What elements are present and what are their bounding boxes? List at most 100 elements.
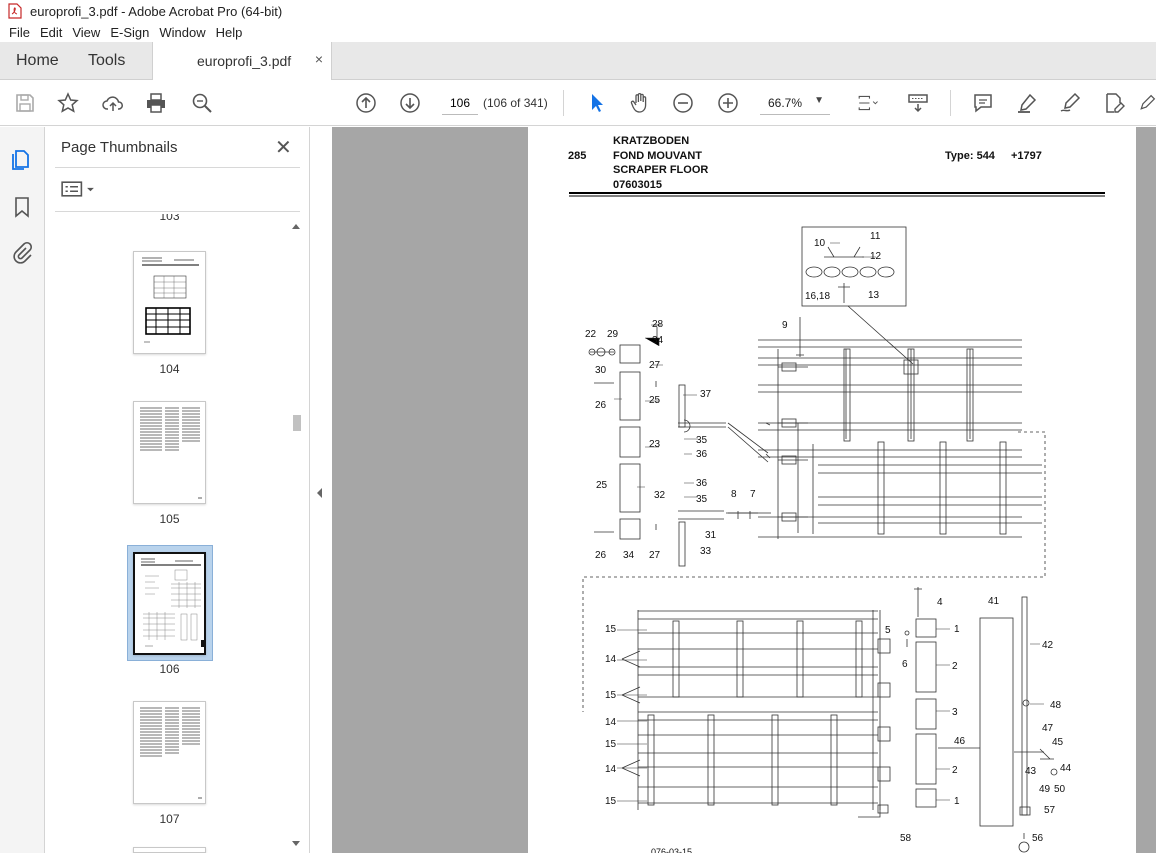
share-upload-button[interactable] xyxy=(100,90,126,116)
thumbnail-label: 105 xyxy=(159,512,180,526)
svg-text:29: 29 xyxy=(607,329,619,340)
panel-divider xyxy=(55,167,300,168)
collapse-panel-handle[interactable] xyxy=(314,485,326,501)
scroll-up-arrow-icon[interactable] xyxy=(292,224,300,229)
svg-text:26: 26 xyxy=(595,550,607,561)
svg-text:15: 15 xyxy=(605,739,617,750)
menu-help[interactable]: Help xyxy=(211,25,248,40)
bookmarks-icon[interactable] xyxy=(10,195,34,219)
menu-edit[interactable]: Edit xyxy=(35,25,67,40)
cloud-upload-icon xyxy=(102,96,123,111)
svg-text:35: 35 xyxy=(696,494,708,505)
svg-text:36: 36 xyxy=(696,478,708,489)
tab-close-button[interactable]: × xyxy=(315,51,323,67)
attachments-paperclip-icon[interactable] xyxy=(10,241,34,265)
svg-text:15: 15 xyxy=(605,624,617,635)
minus-circle-icon xyxy=(673,93,693,113)
svg-text:13: 13 xyxy=(868,290,880,301)
thumbnail-page-partial[interactable] xyxy=(133,847,206,853)
plus-circle-icon xyxy=(718,93,738,113)
page-thumbnails-icon[interactable] xyxy=(10,147,34,171)
page-display-button[interactable] xyxy=(850,90,886,116)
svg-text:26: 26 xyxy=(595,400,607,411)
select-tool-button[interactable] xyxy=(584,90,610,116)
svg-text:2: 2 xyxy=(952,765,958,776)
pdf-page[interactable]: 285 KRATZBODEN FOND MOUVANT SCRAPER FLOO… xyxy=(528,127,1136,853)
thumbnail-page-106[interactable] xyxy=(133,552,206,655)
more-tools-button[interactable] xyxy=(1138,90,1156,116)
svg-text:7: 7 xyxy=(750,489,756,500)
thumbnail-page-107[interactable] xyxy=(133,701,206,804)
scroll-mode-button[interactable] xyxy=(905,90,931,116)
svg-text:9: 9 xyxy=(782,320,788,331)
thumbnail-page-105[interactable] xyxy=(133,401,206,504)
thumbnail-label: 107 xyxy=(159,812,180,826)
scroll-down-arrow-icon[interactable] xyxy=(292,841,300,846)
zoom-level-select[interactable]: 66.7% ▼ xyxy=(760,91,830,115)
svg-text:1: 1 xyxy=(954,796,960,807)
toolbar-divider-2 xyxy=(950,90,951,116)
svg-text:25: 25 xyxy=(649,395,661,406)
thumbnail-scrollbar[interactable] xyxy=(290,219,302,853)
svg-text:49: 49 xyxy=(1039,784,1051,795)
svg-text:3: 3 xyxy=(952,707,958,718)
previous-page-button[interactable] xyxy=(353,90,379,116)
svg-text:4: 4 xyxy=(937,597,943,608)
svg-text:34: 34 xyxy=(652,335,664,346)
comment-button[interactable] xyxy=(970,90,996,116)
edit-pdf-button[interactable] xyxy=(1101,90,1127,116)
fountain-pen-icon xyxy=(1060,92,1081,112)
svg-text:6: 6 xyxy=(902,659,908,670)
svg-text:14: 14 xyxy=(605,764,617,775)
menu-file[interactable]: File xyxy=(4,25,35,40)
thumbnail-page-104[interactable] xyxy=(133,251,206,354)
tab-document[interactable]: europrofi_3.pdf × xyxy=(152,42,332,81)
svg-text:14: 14 xyxy=(605,654,617,665)
zoom-out-button[interactable] xyxy=(670,90,696,116)
menu-window[interactable]: Window xyxy=(154,25,210,40)
zoom-in-button[interactable] xyxy=(715,90,741,116)
thumbnail-preview xyxy=(140,707,202,799)
svg-text:25: 25 xyxy=(596,480,608,491)
svg-text:37: 37 xyxy=(700,389,712,400)
svg-text:15: 15 xyxy=(605,796,617,807)
panel-divider-2 xyxy=(55,211,300,212)
sign-button[interactable] xyxy=(1057,90,1083,116)
svg-text:23: 23 xyxy=(649,439,661,450)
menu-view[interactable]: View xyxy=(67,25,105,40)
scrollbar-thumb[interactable] xyxy=(293,415,301,431)
thumbnail-label: 104 xyxy=(159,362,180,376)
close-panel-button[interactable]: ✕ xyxy=(275,135,292,160)
thumbnail-preview xyxy=(141,558,204,647)
page-thumbnails-panel: Page Thumbnails ✕ 103 104 105 106 107 xyxy=(45,127,310,853)
svg-text:8: 8 xyxy=(731,489,737,500)
svg-text:46: 46 xyxy=(954,736,966,747)
svg-text:2: 2 xyxy=(952,661,958,672)
hand-tool-button[interactable] xyxy=(627,90,653,116)
exploded-parts-drawing: 101112 1316,189 22 2928 3430 27 26 2537 23 3… xyxy=(569,192,1105,853)
tab-home[interactable]: Home xyxy=(16,42,59,80)
svg-text:22: 22 xyxy=(585,329,597,340)
svg-text:32: 32 xyxy=(654,490,666,501)
svg-text:27: 27 xyxy=(649,360,661,371)
thumbnail-label: 106 xyxy=(159,662,180,676)
print-button[interactable] xyxy=(143,90,169,116)
tab-tools[interactable]: Tools xyxy=(88,42,125,80)
keyboard-scroll-icon xyxy=(908,94,928,113)
svg-text:11: 11 xyxy=(870,231,881,242)
next-page-button[interactable] xyxy=(397,90,423,116)
svg-text:36: 36 xyxy=(696,449,708,460)
svg-text:16,18: 16,18 xyxy=(805,291,830,302)
highlight-button[interactable] xyxy=(1014,90,1040,116)
menu-esign[interactable]: E-Sign xyxy=(105,25,154,40)
thumbnail-preview xyxy=(140,407,202,499)
thumbnail-options-button[interactable] xyxy=(61,181,95,200)
svg-text:33: 33 xyxy=(700,546,712,557)
page-number-input[interactable] xyxy=(442,91,478,115)
hand-icon xyxy=(630,93,647,113)
find-button[interactable] xyxy=(189,90,215,116)
bookmark-star-button[interactable] xyxy=(55,90,81,116)
svg-text:31: 31 xyxy=(705,530,717,541)
svg-text:30: 30 xyxy=(595,365,607,376)
save-button[interactable] xyxy=(12,90,38,116)
